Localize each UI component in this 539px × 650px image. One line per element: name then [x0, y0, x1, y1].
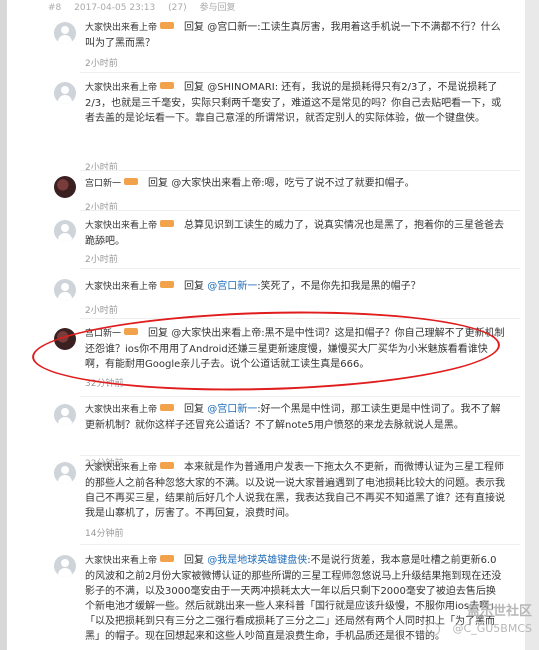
comment-text: 回复 @大家快出来看上帝:嗯，吃亏了说不过了就要扣帽子。 — [148, 178, 415, 189]
comment-author[interactable]: 大家快出来看上帝 — [85, 405, 157, 415]
comment-author[interactable]: 大家快出来看上帝 — [85, 23, 157, 33]
comment-text: 回复 — [184, 555, 208, 566]
user-mention-link[interactable]: @宫口新一 — [207, 281, 257, 292]
member-badge-icon — [160, 555, 175, 562]
member-badge-icon — [160, 462, 175, 469]
avatar[interactable] — [54, 176, 76, 198]
comment-time: 2小时前 — [85, 59, 118, 69]
comment-time: 2小时前 — [85, 203, 118, 213]
comment-time: 2小时前 — [85, 306, 118, 316]
floor-header: #8 2017-04-05 23:13 (27) 参与回复 — [48, 0, 246, 14]
comment-body: 大家快出来看上帝 回复 @宫口新一:工读生真厉害，我用着这手机说一下不满都不行？什… — [85, 20, 505, 51]
avatar[interactable] — [54, 220, 76, 242]
member-badge-icon — [160, 404, 175, 411]
comment-author[interactable]: 宫口新一 — [85, 179, 121, 189]
member-badge-icon — [160, 22, 175, 29]
divider — [80, 72, 520, 73]
comment-author[interactable]: 大家快出来看上帝 — [85, 282, 157, 292]
user-mention-link[interactable]: @我是地球英雄键盘侠 — [207, 555, 307, 566]
comment-author[interactable]: 大家快出来看上帝 — [85, 556, 157, 566]
divider — [80, 544, 520, 545]
window-frame-right — [525, 0, 539, 650]
avatar[interactable] — [54, 404, 76, 426]
avatar[interactable] — [54, 462, 76, 484]
member-badge-icon — [160, 82, 175, 89]
comment-body: 大家快出来看上帝 总算见识到工读生的威力了，说真实情况也是黑了，抱着你的三星爸爸去… — [85, 218, 505, 249]
watermark-title: 盖乐世社区 — [466, 604, 532, 619]
avatar[interactable] — [54, 22, 76, 44]
member-badge-icon — [160, 220, 175, 227]
comment-author[interactable]: 大家快出来看上帝 — [85, 463, 157, 473]
comment-author[interactable]: 大家快出来看上帝 — [85, 83, 157, 93]
avatar[interactable] — [54, 555, 76, 577]
comment-time: 2小时前 — [85, 163, 118, 173]
like-count[interactable]: (27) — [168, 3, 186, 13]
divider — [80, 268, 520, 269]
divider — [80, 210, 520, 211]
watermark-handle: @C_GU5BMCS — [452, 622, 532, 635]
comment-body: 大家快出来看上帝 回复 @宫口新一:好一个黑是中性词，那工读生更是中性词了。我不了… — [85, 402, 505, 433]
comment-body: 宫口新一 回复 @大家快出来看上帝:嗯，吃亏了说不过了就要扣帽子。 — [85, 176, 505, 192]
comment-author[interactable]: 大家快出来看上帝 — [85, 221, 157, 231]
comment-time: 2小时前 — [85, 255, 118, 265]
watermark: 盖乐世社区 @C_GU5BMCS — [426, 600, 536, 645]
floor-number: #8 — [48, 3, 62, 13]
comment-text: :笑死了，不是你先扣我是黑的帽子？ — [257, 281, 421, 292]
user-mention-link[interactable]: @宫口新一 — [207, 404, 257, 415]
weibo-icon — [426, 622, 440, 636]
comment-body: 大家快出来看上帝 本来就是作为普通用户发表一下拖太久不更新，而微博认证为三星工程师… — [85, 460, 505, 521]
avatar[interactable] — [54, 82, 76, 104]
comment-body: 大家快出来看上帝 回复 @SHINOMARI: 还有，我说的是损耗得只有2/3了，… — [85, 80, 505, 126]
comment-time: 14分钟前 — [85, 529, 124, 539]
red-highlight-circle — [31, 305, 501, 397]
comment-text: 回复 — [184, 281, 208, 292]
divider — [80, 455, 520, 456]
divider — [80, 396, 520, 397]
member-badge-icon — [124, 178, 139, 185]
reply-link[interactable]: 参与回复 — [200, 3, 236, 13]
divider — [80, 170, 520, 171]
post-date: 2017-04-05 23:13 — [74, 3, 156, 13]
comment-text: 回复 — [184, 404, 208, 415]
comment-body: 大家快出来看上帝 回复 @宫口新一:笑死了，不是你先扣我是黑的帽子？ — [85, 279, 505, 295]
window-frame-left — [0, 0, 7, 650]
avatar[interactable] — [54, 279, 76, 301]
member-badge-icon — [160, 281, 175, 288]
